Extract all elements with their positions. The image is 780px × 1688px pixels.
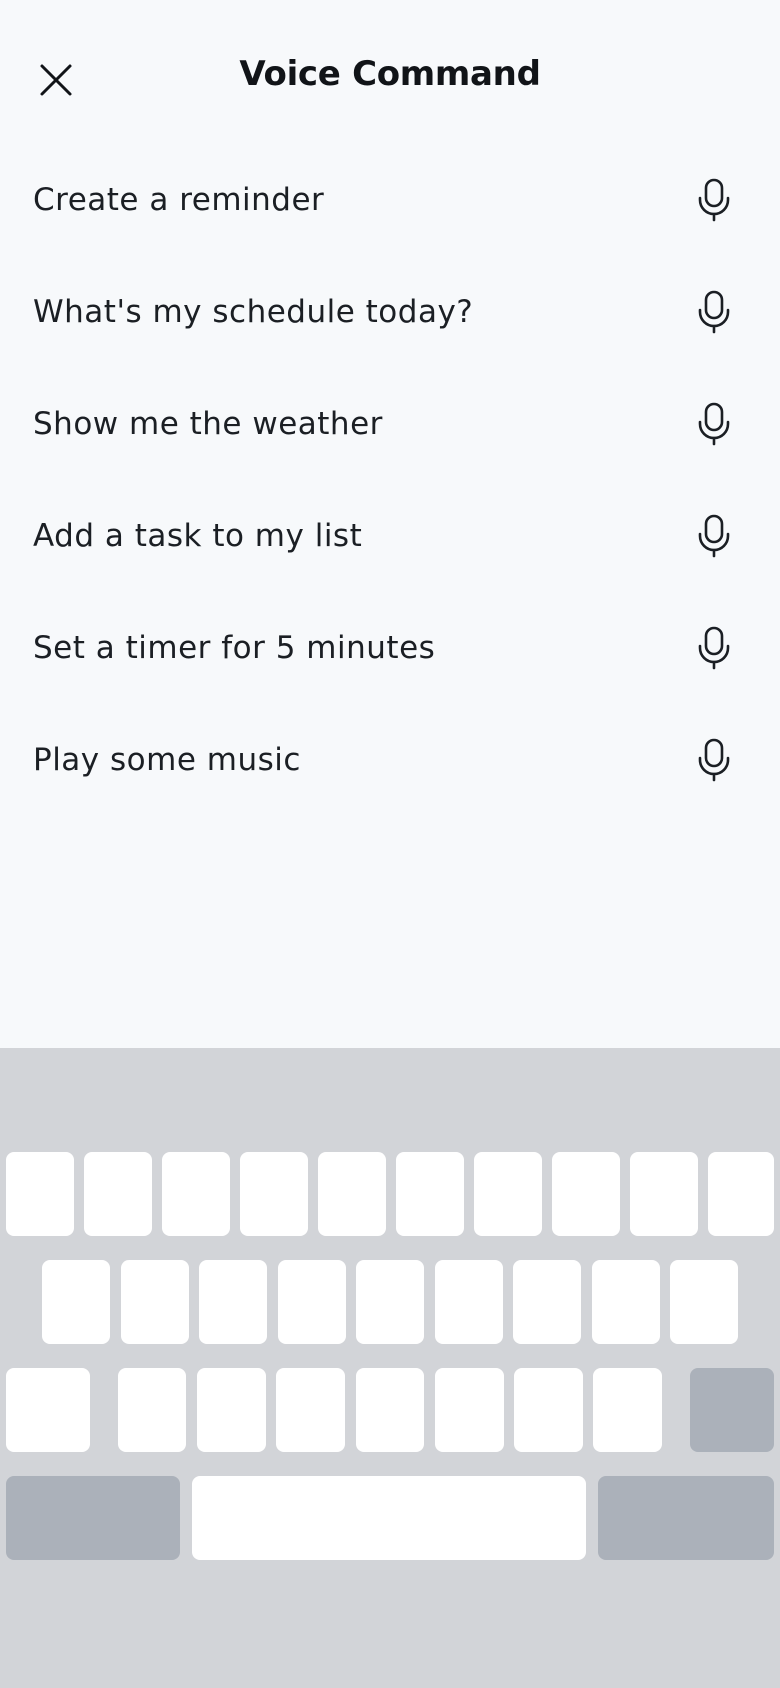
keyboard-key[interactable] (318, 1152, 386, 1236)
voice-command-screen: Voice Command Create a reminder What's m… (0, 0, 780, 1688)
command-item-show-weather[interactable]: Show me the weather (0, 368, 780, 480)
keyboard-key[interactable] (552, 1152, 620, 1236)
command-label: Play some music (33, 742, 301, 778)
keyboard-key[interactable] (197, 1368, 266, 1452)
keyboard-key[interactable] (84, 1152, 152, 1236)
command-label: Add a task to my list (33, 518, 363, 554)
keyboard-key[interactable] (356, 1368, 424, 1452)
microphone-icon (698, 290, 730, 334)
keyboard-key[interactable] (276, 1368, 345, 1452)
keyboard-key[interactable] (162, 1152, 230, 1236)
microphone-icon (698, 178, 730, 222)
keyboard-key[interactable] (435, 1368, 504, 1452)
command-item-play-music[interactable]: Play some music (0, 704, 780, 816)
mic-button[interactable] (688, 510, 740, 562)
backspace-key[interactable] (690, 1368, 774, 1452)
mic-button[interactable] (688, 398, 740, 450)
keyboard (0, 1048, 780, 1688)
shift-key[interactable] (6, 1368, 90, 1452)
keyboard-key[interactable] (670, 1260, 738, 1344)
numbers-key[interactable] (6, 1476, 180, 1560)
mic-button[interactable] (688, 174, 740, 226)
microphone-icon (698, 402, 730, 446)
keyboard-key[interactable] (6, 1152, 74, 1236)
return-key[interactable] (598, 1476, 774, 1560)
command-list: Create a reminder What's my schedule tod… (0, 144, 780, 816)
command-label: What's my schedule today? (33, 294, 474, 330)
command-label: Set a timer for 5 minutes (33, 630, 436, 666)
command-label: Create a reminder (33, 182, 325, 218)
header: Voice Command (0, 0, 780, 160)
keyboard-key[interactable] (474, 1152, 542, 1236)
mic-button[interactable] (688, 622, 740, 674)
microphone-icon (698, 626, 730, 670)
keyboard-key[interactable] (199, 1260, 267, 1344)
keyboard-key[interactable] (592, 1260, 660, 1344)
keyboard-key[interactable] (118, 1368, 186, 1452)
command-item-create-reminder[interactable]: Create a reminder (0, 144, 780, 256)
microphone-icon (698, 738, 730, 782)
keyboard-key[interactable] (593, 1368, 662, 1452)
keyboard-key[interactable] (278, 1260, 346, 1344)
space-bar[interactable] (192, 1476, 586, 1560)
keyboard-key[interactable] (630, 1152, 698, 1236)
command-item-add-task[interactable]: Add a task to my list (0, 480, 780, 592)
command-item-schedule-today[interactable]: What's my schedule today? (0, 256, 780, 368)
keyboard-key[interactable] (396, 1152, 464, 1236)
keyboard-key[interactable] (356, 1260, 424, 1344)
keyboard-key[interactable] (708, 1152, 774, 1236)
command-item-set-timer[interactable]: Set a timer for 5 minutes (0, 592, 780, 704)
page-title: Voice Command (239, 54, 541, 94)
keyboard-key[interactable] (513, 1260, 581, 1344)
mic-button[interactable] (688, 734, 740, 786)
keyboard-key[interactable] (514, 1368, 583, 1452)
microphone-icon (698, 514, 730, 558)
keyboard-key[interactable] (42, 1260, 110, 1344)
mic-button[interactable] (688, 286, 740, 338)
command-label: Show me the weather (33, 406, 383, 442)
keyboard-key[interactable] (240, 1152, 308, 1236)
keyboard-key[interactable] (435, 1260, 503, 1344)
keyboard-key[interactable] (121, 1260, 189, 1344)
